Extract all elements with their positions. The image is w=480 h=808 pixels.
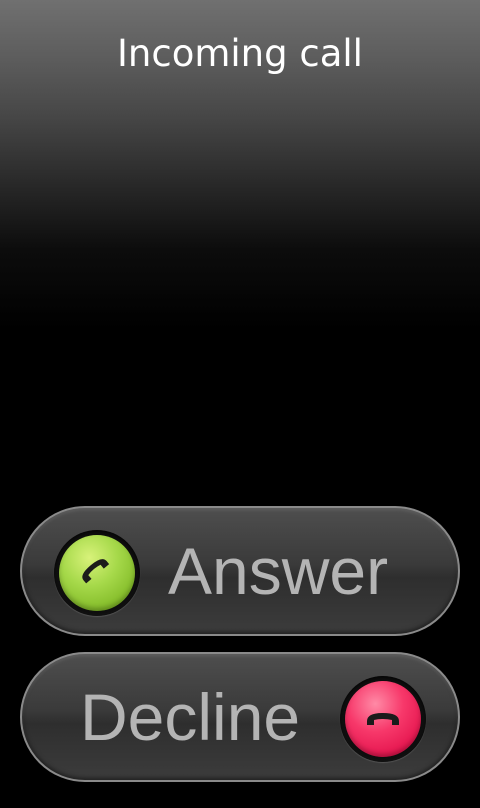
answer-knob-well xyxy=(54,530,140,616)
phone-answer-icon xyxy=(74,550,120,596)
decline-label: Decline xyxy=(80,680,301,754)
answer-label: Answer xyxy=(168,534,389,608)
answer-slider[interactable]: Answer xyxy=(20,506,460,636)
incoming-call-screen: Incoming call Answer Decline xyxy=(0,0,480,808)
decline-knob-well xyxy=(340,676,426,762)
decline-slider[interactable]: Decline xyxy=(20,652,460,782)
phone-hangup-icon xyxy=(360,696,406,742)
incoming-call-title: Incoming call xyxy=(117,32,363,75)
decline-knob[interactable] xyxy=(345,681,421,757)
answer-knob[interactable] xyxy=(59,535,135,611)
